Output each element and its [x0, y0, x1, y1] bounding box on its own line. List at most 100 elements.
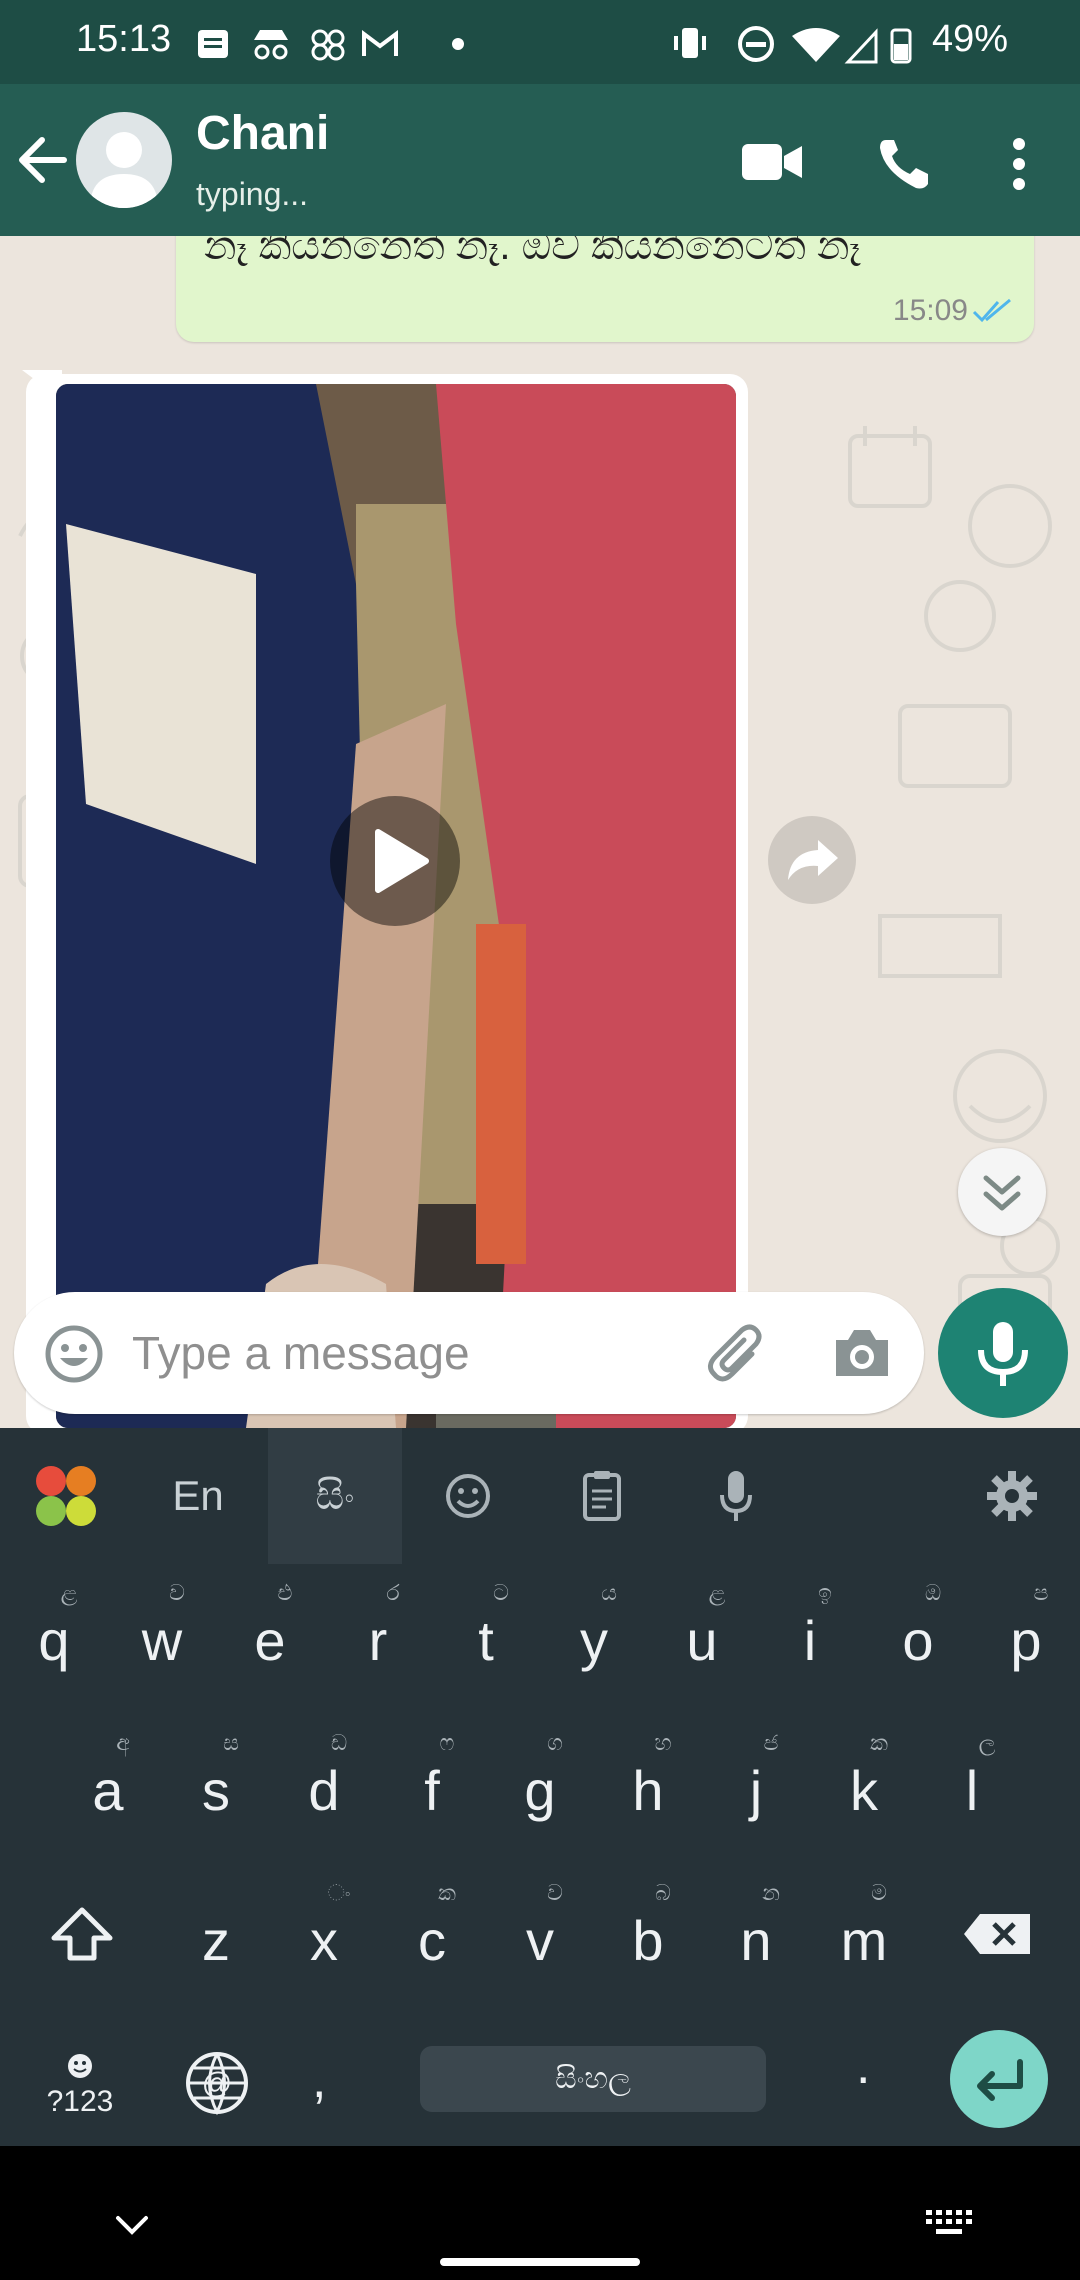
key-a[interactable]: a	[58, 1758, 158, 1823]
key-z[interactable]: z	[166, 1908, 266, 1973]
space-key[interactable]: සිංහල	[420, 2046, 766, 2112]
dot-icon	[452, 38, 464, 50]
key-hint-c: ක	[438, 1880, 456, 1905]
language-switch-key[interactable]: @	[184, 2050, 250, 2116]
apps-button[interactable]	[0, 1428, 132, 1564]
dnd-icon	[738, 26, 774, 62]
microphone-icon	[978, 1322, 1028, 1386]
message-input[interactable]: Type a message	[132, 1326, 470, 1380]
scroll-to-bottom-button[interactable]	[958, 1148, 1046, 1236]
symbols-key[interactable]: ?123	[40, 2052, 120, 2119]
enter-arrow-icon	[977, 2059, 1023, 2101]
more-options-icon[interactable]	[1004, 134, 1034, 194]
symbols-key-label: ?123	[46, 2085, 114, 2118]
notification-icons	[198, 29, 464, 61]
video-call-icon[interactable]	[740, 140, 804, 184]
default-avatar-icon	[90, 132, 158, 208]
key-hint-l: ල	[978, 1730, 996, 1755]
vibrate-icon	[674, 28, 706, 58]
key-n[interactable]: n	[706, 1908, 806, 1973]
backspace-key[interactable]	[962, 1910, 1034, 1958]
key-d[interactable]: d	[274, 1758, 374, 1823]
key-l[interactable]: l	[922, 1758, 1022, 1823]
play-button[interactable]	[330, 796, 460, 926]
contact-status: typing...	[196, 176, 309, 212]
space-key-label: සිංහල	[555, 2062, 631, 2095]
key-hint-u: ළ	[708, 1580, 726, 1605]
key-j[interactable]: j	[706, 1758, 806, 1823]
emoji-keyboard-button[interactable]	[428, 1428, 508, 1564]
double-chevron-down-icon	[983, 1175, 1021, 1211]
avatar[interactable]	[76, 112, 172, 208]
lang-english-button[interactable]: En	[150, 1428, 246, 1564]
keyboard-switch-icon[interactable]	[924, 2208, 976, 2242]
key-hint-o: ඔ	[924, 1580, 942, 1605]
period-key[interactable]: .	[856, 2036, 870, 2096]
key-h[interactable]: h	[598, 1758, 698, 1823]
clipboard-button[interactable]	[562, 1428, 642, 1564]
keyboard-apps-icon	[36, 1466, 96, 1526]
chat-area[interactable]: නෑ කියන්නෙත් නෑ. ඔව කියන්නෙටත් නෑ 15:09	[0, 236, 1080, 1428]
read-receipt-icon	[972, 298, 1011, 323]
key-hint-k: ක	[870, 1730, 888, 1755]
back-arrow-icon[interactable]	[14, 132, 74, 188]
navigation-bar	[0, 2146, 1080, 2280]
forward-icon	[788, 840, 838, 880]
contact-name[interactable]: Chani	[196, 106, 329, 161]
key-t[interactable]: t	[436, 1608, 536, 1673]
key-hint-s: ස	[223, 1730, 239, 1755]
key-f[interactable]: f	[382, 1758, 482, 1823]
battery-icon	[890, 28, 912, 64]
key-hint-b: බ	[655, 1880, 671, 1905]
key-e[interactable]: e	[220, 1608, 320, 1673]
gear-icon	[987, 1471, 1037, 1521]
key-s[interactable]: s	[166, 1758, 266, 1823]
lang-sinhala-button[interactable]: සිං	[268, 1428, 402, 1564]
emoji-icon[interactable]	[42, 1322, 106, 1386]
key-p[interactable]: p	[976, 1608, 1076, 1673]
key-hint-d: ඩ	[330, 1730, 348, 1755]
key-q[interactable]: q	[4, 1608, 104, 1673]
incognito-icon	[254, 30, 288, 60]
enter-key[interactable]	[950, 2030, 1048, 2128]
emoji-small-icon	[68, 2054, 92, 2078]
key-b[interactable]: b	[598, 1908, 698, 1973]
keyboard-settings-button[interactable]	[972, 1428, 1052, 1564]
shift-key[interactable]	[48, 1904, 116, 1964]
key-v[interactable]: v	[490, 1908, 590, 1973]
key-u[interactable]: u	[652, 1608, 752, 1673]
voice-typing-button[interactable]	[696, 1428, 776, 1564]
mic-icon	[720, 1471, 752, 1521]
outgoing-message-bubble[interactable]: නෑ කියන්නෙත් නෑ. ඔව කියන්නෙටත් නෑ 15:09	[176, 236, 1034, 342]
key-i[interactable]: i	[760, 1608, 860, 1673]
key-o[interactable]: o	[868, 1608, 968, 1673]
key-g[interactable]: g	[490, 1758, 590, 1823]
key-c[interactable]: c	[382, 1908, 482, 1973]
message-composer[interactable]: Type a message	[14, 1292, 924, 1414]
key-hint-y: ය	[601, 1580, 617, 1605]
camera-icon[interactable]	[830, 1324, 894, 1384]
key-x[interactable]: x	[274, 1908, 374, 1973]
key-hint-i: ඉ	[818, 1580, 832, 1605]
key-k[interactable]: k	[814, 1758, 914, 1823]
wifi-icon	[792, 28, 840, 62]
app-icon	[311, 29, 345, 61]
forward-button[interactable]	[768, 816, 856, 904]
key-hint-w: ව	[169, 1580, 185, 1605]
key-r[interactable]: r	[328, 1608, 428, 1673]
voice-call-icon[interactable]	[876, 136, 932, 192]
system-icons	[674, 26, 912, 64]
key-hint-g: ග	[547, 1730, 563, 1755]
key-m[interactable]: m	[814, 1908, 914, 1973]
comma-key[interactable]: ,	[312, 2050, 326, 2110]
status-time: 15:13	[76, 18, 172, 60]
voice-message-button[interactable]	[938, 1288, 1068, 1418]
keyboard-toolbar: En සිං	[0, 1428, 1080, 1564]
key-hint-x: ං	[327, 1880, 351, 1905]
key-w[interactable]: w	[112, 1608, 212, 1673]
attach-icon[interactable]	[706, 1324, 770, 1388]
key-hint-m: ම	[871, 1880, 887, 1905]
hide-keyboard-icon[interactable]	[112, 2212, 152, 2238]
key-y[interactable]: y	[544, 1608, 644, 1673]
home-gesture-bar[interactable]	[440, 2258, 640, 2266]
